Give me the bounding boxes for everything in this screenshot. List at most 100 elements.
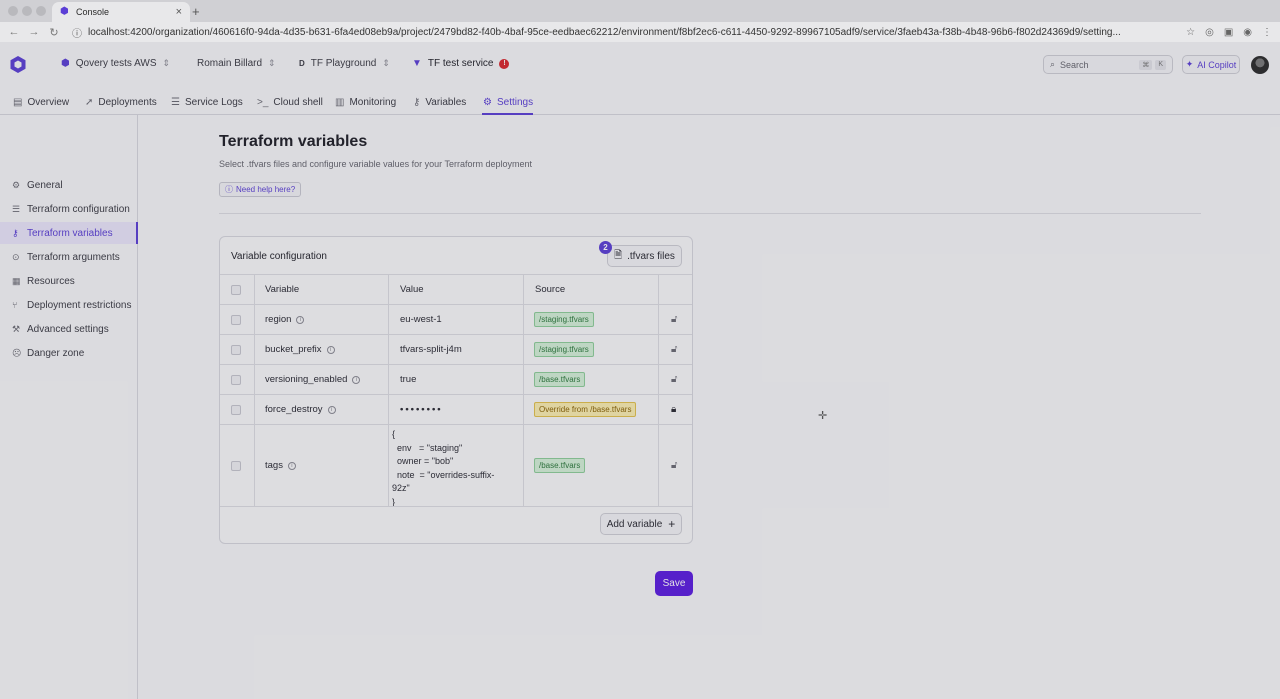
override-source-badge: Override from /base.tfvars bbox=[534, 402, 637, 417]
window-close-control[interactable] bbox=[8, 6, 18, 16]
lock-icon[interactable]: 🔒︎ bbox=[671, 404, 676, 415]
source-badge: /staging.tfvars bbox=[534, 312, 594, 327]
sidebar-item-general[interactable]: ⚙ General bbox=[0, 174, 138, 196]
environment-selector[interactable]: D TF Playground ⇕ bbox=[299, 58, 390, 69]
tab-monitoring[interactable]: ▥ Monitoring bbox=[335, 94, 396, 110]
command-key: ⌘ bbox=[1139, 59, 1153, 70]
row-select-cell bbox=[231, 425, 241, 506]
forward-icon[interactable]: → bbox=[24, 26, 44, 38]
row-select-cell bbox=[231, 395, 241, 424]
tab-label: Deployments bbox=[98, 96, 157, 108]
info-icon[interactable]: i bbox=[287, 461, 296, 470]
browser-tab[interactable]: ⬢ Console × bbox=[52, 2, 190, 22]
row-checkbox[interactable] bbox=[231, 344, 241, 355]
row-checkbox[interactable] bbox=[231, 374, 241, 385]
profile-icon[interactable]: ◉ bbox=[1243, 27, 1252, 38]
source-cell: /staging.tfvars bbox=[534, 335, 594, 364]
tab-settings[interactable]: ⚙ Settings bbox=[483, 94, 533, 110]
info-icon[interactable]: i bbox=[296, 315, 305, 324]
row-checkbox[interactable] bbox=[231, 404, 241, 415]
qovery-logo-icon[interactable] bbox=[10, 56, 26, 73]
key-icon: ⚷ bbox=[12, 227, 19, 238]
sidebar-item-terraform-arguments[interactable]: ⊙ Terraform arguments bbox=[0, 246, 138, 268]
variable-name-cell: versioning_enabled i bbox=[265, 365, 361, 394]
row-checkbox[interactable] bbox=[231, 460, 241, 471]
tab-overview[interactable]: ▤ Overview bbox=[13, 94, 69, 110]
sidebar-item-label: Deployment restrictions bbox=[27, 299, 132, 311]
ai-copilot-button[interactable]: ✦ AI Copilot bbox=[1182, 55, 1240, 74]
tab-close-icon[interactable]: × bbox=[176, 6, 182, 18]
top-navigation: ⬢ Qovery tests AWS ⇕ Romain Billard ⇕ D … bbox=[0, 42, 1280, 88]
tfvars-files-button[interactable]: 🗎 .tfvars files bbox=[607, 245, 682, 267]
user-name: Romain Billard bbox=[197, 58, 263, 69]
column-header-value: Value bbox=[400, 284, 424, 295]
sidebar-item-resources[interactable]: ▦ Resources bbox=[0, 270, 138, 292]
variable-name: tags bbox=[265, 460, 283, 471]
sidebar-item-terraform-configuration[interactable]: ☰ Terraform configuration bbox=[0, 198, 138, 220]
window-minimize-control[interactable] bbox=[22, 6, 32, 16]
row-select-cell bbox=[231, 335, 241, 364]
browser-menu-icon[interactable]: ⋮ bbox=[1262, 27, 1272, 38]
unlock-icon[interactable]: 🔓︎ bbox=[671, 344, 677, 355]
tab-variables[interactable]: ⚷ Variables bbox=[413, 94, 466, 110]
column-divider bbox=[658, 395, 659, 424]
tab-cloud-shell[interactable]: >_ Cloud shell bbox=[257, 94, 323, 110]
unlock-icon[interactable]: 🔓︎ bbox=[671, 460, 677, 471]
row-checkbox[interactable] bbox=[231, 314, 241, 325]
sidebar-item-deployment-restrictions[interactable]: ⑂ Deployment restrictions bbox=[0, 294, 138, 316]
select-all-checkbox[interactable] bbox=[231, 284, 241, 295]
organization-selector[interactable]: ⬢ Qovery tests AWS ⇕ bbox=[61, 58, 170, 69]
unlock-icon[interactable]: 🔓︎ bbox=[671, 374, 677, 385]
browser-tab-title: Console bbox=[76, 7, 110, 17]
ai-copilot-label: AI Copilot bbox=[1197, 59, 1237, 70]
column-divider bbox=[388, 395, 389, 424]
service-selector[interactable]: ▼ TF test service ! bbox=[412, 58, 510, 69]
project-selector[interactable]: Romain Billard ⇕ bbox=[197, 58, 276, 69]
window-zoom-control[interactable] bbox=[36, 6, 46, 16]
variable-value[interactable]: tfvars-split-j4m bbox=[400, 335, 462, 364]
tab-deployments[interactable]: ➚ Deployments bbox=[85, 94, 157, 110]
logs-icon: ☰ bbox=[171, 96, 180, 108]
browser-tab-strip: ⬢ Console × + bbox=[0, 0, 1280, 22]
reload-icon[interactable]: ↻ bbox=[44, 26, 64, 39]
search-input[interactable]: ⌕ Search ⌘ K bbox=[1043, 55, 1173, 74]
tab-service-logs[interactable]: ☰ Service Logs bbox=[171, 94, 243, 110]
help-circle-icon: ⓘ bbox=[225, 185, 233, 194]
info-icon[interactable]: i bbox=[327, 405, 336, 414]
organization-name: Qovery tests AWS bbox=[75, 58, 157, 69]
site-info-icon[interactable]: ⓘ bbox=[72, 25, 82, 40]
variable-name: force_destroy bbox=[265, 404, 323, 415]
info-icon[interactable]: i bbox=[326, 345, 335, 354]
extensions-puzzle-icon[interactable]: ▣ bbox=[1224, 27, 1233, 38]
address-bar[interactable]: localhost:4200/organization/460616f0-94d… bbox=[88, 27, 1168, 38]
save-button[interactable]: Save bbox=[655, 571, 693, 596]
bookmark-star-icon[interactable]: ☆ bbox=[1186, 27, 1195, 38]
variable-value[interactable]: true bbox=[400, 365, 416, 394]
variable-name: bucket_prefix bbox=[265, 344, 322, 355]
tags-value-textarea[interactable]: { env = "staging" owner = "bob" note = "… bbox=[392, 428, 522, 506]
variable-name-cell: force_destroy i bbox=[265, 395, 336, 424]
new-tab-icon[interactable]: + bbox=[192, 4, 200, 19]
back-icon[interactable]: ← bbox=[4, 26, 24, 38]
sidebar-item-label: Danger zone bbox=[27, 347, 85, 359]
variable-configuration-card: Variable configuration 🗎 .tfvars files 2… bbox=[219, 236, 693, 544]
sliders-icon: ☰ bbox=[12, 203, 21, 214]
sidebar-item-advanced-settings[interactable]: ⚒ Advanced settings bbox=[0, 318, 138, 340]
mouse-cursor-icon: ✛ bbox=[818, 410, 828, 422]
table-header-row: Variable Value Source bbox=[220, 274, 692, 304]
service-tabs: ▤ Overview ➚ Deployments ☰ Service Logs >_ C… bbox=[0, 88, 1280, 115]
add-variable-button[interactable]: Add variable + bbox=[600, 513, 682, 535]
tab-label: Service Logs bbox=[184, 96, 243, 108]
extension-icon[interactable]: ◎ bbox=[1205, 27, 1214, 38]
info-icon[interactable]: i bbox=[352, 375, 361, 384]
avatar[interactable] bbox=[1251, 56, 1269, 74]
secret-value[interactable]: •••••••• bbox=[400, 395, 443, 424]
variable-value[interactable]: eu-west-1 bbox=[400, 305, 442, 334]
qovery-favicon-icon: ⬢ bbox=[60, 6, 69, 17]
sidebar-item-terraform-variables[interactable]: ⚷ Terraform variables bbox=[0, 222, 138, 244]
unlock-icon[interactable]: 🔓︎ bbox=[671, 314, 677, 325]
service-error-icon: ! bbox=[499, 58, 510, 69]
sidebar-item-danger-zone[interactable]: ☹ Danger zone bbox=[0, 342, 138, 364]
source-badge: /staging.tfvars bbox=[534, 342, 594, 357]
need-help-button[interactable]: ⓘ Need help here? bbox=[219, 182, 302, 197]
